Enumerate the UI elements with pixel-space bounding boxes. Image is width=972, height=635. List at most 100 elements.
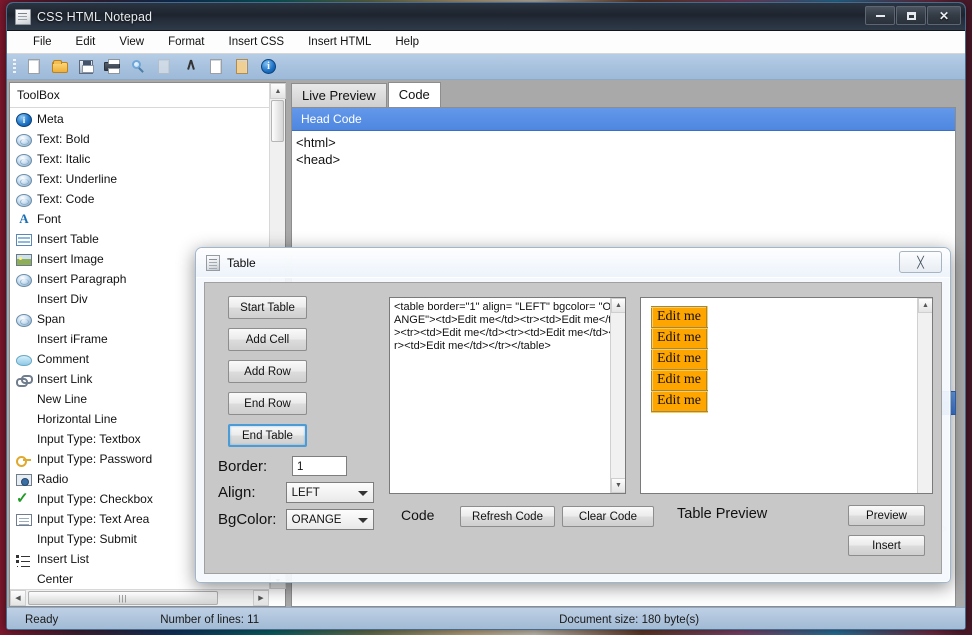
end-row-button[interactable]: End Row — [228, 392, 307, 415]
head-code-textarea[interactable]: <html> <head> — [292, 131, 955, 168]
search-icon — [132, 60, 141, 69]
toolbox-item-text-underline[interactable]: Text: Underline — [10, 169, 285, 189]
link-icon — [16, 374, 32, 386]
table-cell: Edit me — [652, 307, 707, 328]
clear-code-button[interactable]: Clear Code — [562, 506, 654, 527]
table-row: Edit me — [652, 349, 707, 370]
toolbar-grip[interactable] — [13, 59, 16, 75]
toolbox-item-label: Insert Paragraph — [37, 272, 126, 286]
blank-icon — [16, 291, 32, 307]
status-state: Ready — [25, 614, 58, 626]
tab-live-preview[interactable]: Live Preview — [291, 83, 387, 107]
info-button[interactable]: i — [258, 57, 278, 77]
toolbox-item-font[interactable]: AFont — [10, 209, 285, 229]
ring-icon — [16, 154, 32, 167]
blank-icon — [16, 431, 32, 447]
toolbox-item-label: Insert Link — [37, 372, 92, 386]
scroll-left-icon[interactable]: ◀ — [10, 590, 26, 606]
toolbox-item-label: Text: Underline — [37, 172, 117, 186]
toolbox-item-label: Input Type: Password — [37, 452, 152, 466]
add-row-button[interactable]: Add Row — [228, 360, 307, 383]
menu-item-view[interactable]: View — [107, 33, 156, 51]
toolbox-item-label: Text: Italic — [37, 152, 90, 166]
menu-item-format[interactable]: Format — [156, 33, 216, 51]
menu-item-insert-html[interactable]: Insert HTML — [296, 33, 383, 51]
status-document-size: Document size: 180 byte(s) — [559, 614, 699, 626]
paste-button[interactable] — [206, 57, 226, 77]
menu-item-help[interactable]: Help — [383, 33, 431, 51]
table-preview-label: Table Preview — [677, 506, 767, 522]
globe-icon: i — [16, 113, 32, 127]
table-dialog: Table ╳ Start Table Add Cell Add Row End… — [195, 247, 951, 583]
scroll-down-icon[interactable]: ▼ — [611, 478, 626, 493]
info-icon: i — [261, 59, 276, 74]
new-file-button[interactable] — [24, 57, 44, 77]
insert-button[interactable]: Insert — [848, 535, 925, 556]
editor-vertical-scrollbar[interactable] — [965, 82, 966, 607]
toolbar: i — [7, 54, 965, 80]
toolbox-header: ToolBox — [10, 83, 285, 108]
scrollbar-thumb[interactable] — [271, 100, 284, 142]
dialog-title: Table — [227, 256, 256, 270]
scrollbar-thumb[interactable]: ||| — [28, 591, 218, 605]
ring-icon — [16, 174, 32, 187]
copy-button[interactable] — [154, 57, 174, 77]
main-application-window: CSS HTML Notepad ✕ File Edit View Format… — [6, 2, 966, 630]
ring-icon — [16, 274, 32, 287]
close-button[interactable]: ✕ — [927, 6, 961, 25]
toolbox-item-label: Insert Div — [37, 292, 88, 306]
preview-panel-scrollbar[interactable]: ▲ — [917, 298, 932, 493]
dialog-close-button[interactable]: ╳ — [899, 251, 942, 273]
app-document-icon — [15, 9, 31, 25]
minimize-icon — [876, 15, 885, 17]
blank-icon — [16, 411, 32, 427]
table-cell: Edit me — [652, 370, 707, 391]
align-select[interactable]: LEFT — [286, 482, 374, 503]
blank-icon — [16, 331, 32, 347]
table-row: Edit me — [652, 328, 707, 349]
menu-item-insert-css[interactable]: Insert CSS — [217, 33, 297, 51]
search-button[interactable] — [128, 57, 148, 77]
start-table-button[interactable]: Start Table — [228, 296, 307, 319]
code-panel-scrollbar[interactable]: ▲ ▼ — [610, 298, 625, 493]
border-input[interactable]: 1 — [292, 456, 347, 476]
menu-item-file[interactable]: File — [21, 33, 64, 51]
print-button[interactable] — [102, 57, 122, 77]
add-cell-button[interactable]: Add Cell — [228, 328, 307, 351]
blank-icon — [16, 571, 32, 587]
open-file-button[interactable] — [50, 57, 70, 77]
toolbox-item-insert-table[interactable]: Insert Table — [10, 229, 285, 249]
menu-item-edit[interactable]: Edit — [64, 33, 108, 51]
ring-icon — [16, 194, 32, 207]
toolbox-item-meta[interactable]: iMeta — [10, 109, 285, 129]
minimize-button[interactable] — [865, 6, 895, 25]
tab-code[interactable]: Code — [388, 82, 441, 107]
toolbox-item-label: Font — [37, 212, 61, 226]
scroll-up-icon[interactable]: ▲ — [270, 83, 286, 99]
maximize-button[interactable] — [896, 6, 926, 25]
window-title-bar: CSS HTML Notepad ✕ — [7, 3, 965, 31]
refresh-code-button[interactable]: Refresh Code — [460, 506, 555, 527]
dialog-document-icon — [206, 255, 220, 271]
scroll-up-icon[interactable]: ▲ — [918, 298, 933, 313]
save-button[interactable] — [76, 57, 96, 77]
toolbox-item-text-bold[interactable]: Text: Bold — [10, 129, 285, 149]
toolbox-item-text-code[interactable]: Text: Code — [10, 189, 285, 209]
scroll-up-icon[interactable]: ▲ — [611, 298, 626, 313]
toolbox-item-text-italic[interactable]: Text: Italic — [10, 149, 285, 169]
table-icon — [16, 234, 32, 246]
duplicate-button[interactable] — [232, 57, 252, 77]
chevron-down-icon — [358, 491, 368, 496]
generated-code-panel[interactable]: <table border="1" align= "LEFT" bgcolor=… — [389, 297, 626, 494]
toolbox-item-label: Text: Bold — [37, 132, 90, 146]
toolbox-item-label: Comment — [37, 352, 89, 366]
end-table-button[interactable]: End Table — [228, 424, 307, 447]
head-code-section-header: Head Code — [292, 108, 955, 131]
toolbox-horizontal-scrollbar[interactable]: ◀ ||| ▶ — [10, 589, 269, 606]
preview-table: Edit me Edit me Edit me Edit me Edit me — [651, 306, 708, 413]
scroll-right-icon[interactable]: ▶ — [253, 590, 269, 606]
cut-button[interactable] — [180, 57, 200, 77]
preview-button[interactable]: Preview — [848, 505, 925, 526]
key-icon — [16, 454, 32, 466]
menu-bar: File Edit View Format Insert CSS Insert … — [7, 31, 965, 54]
